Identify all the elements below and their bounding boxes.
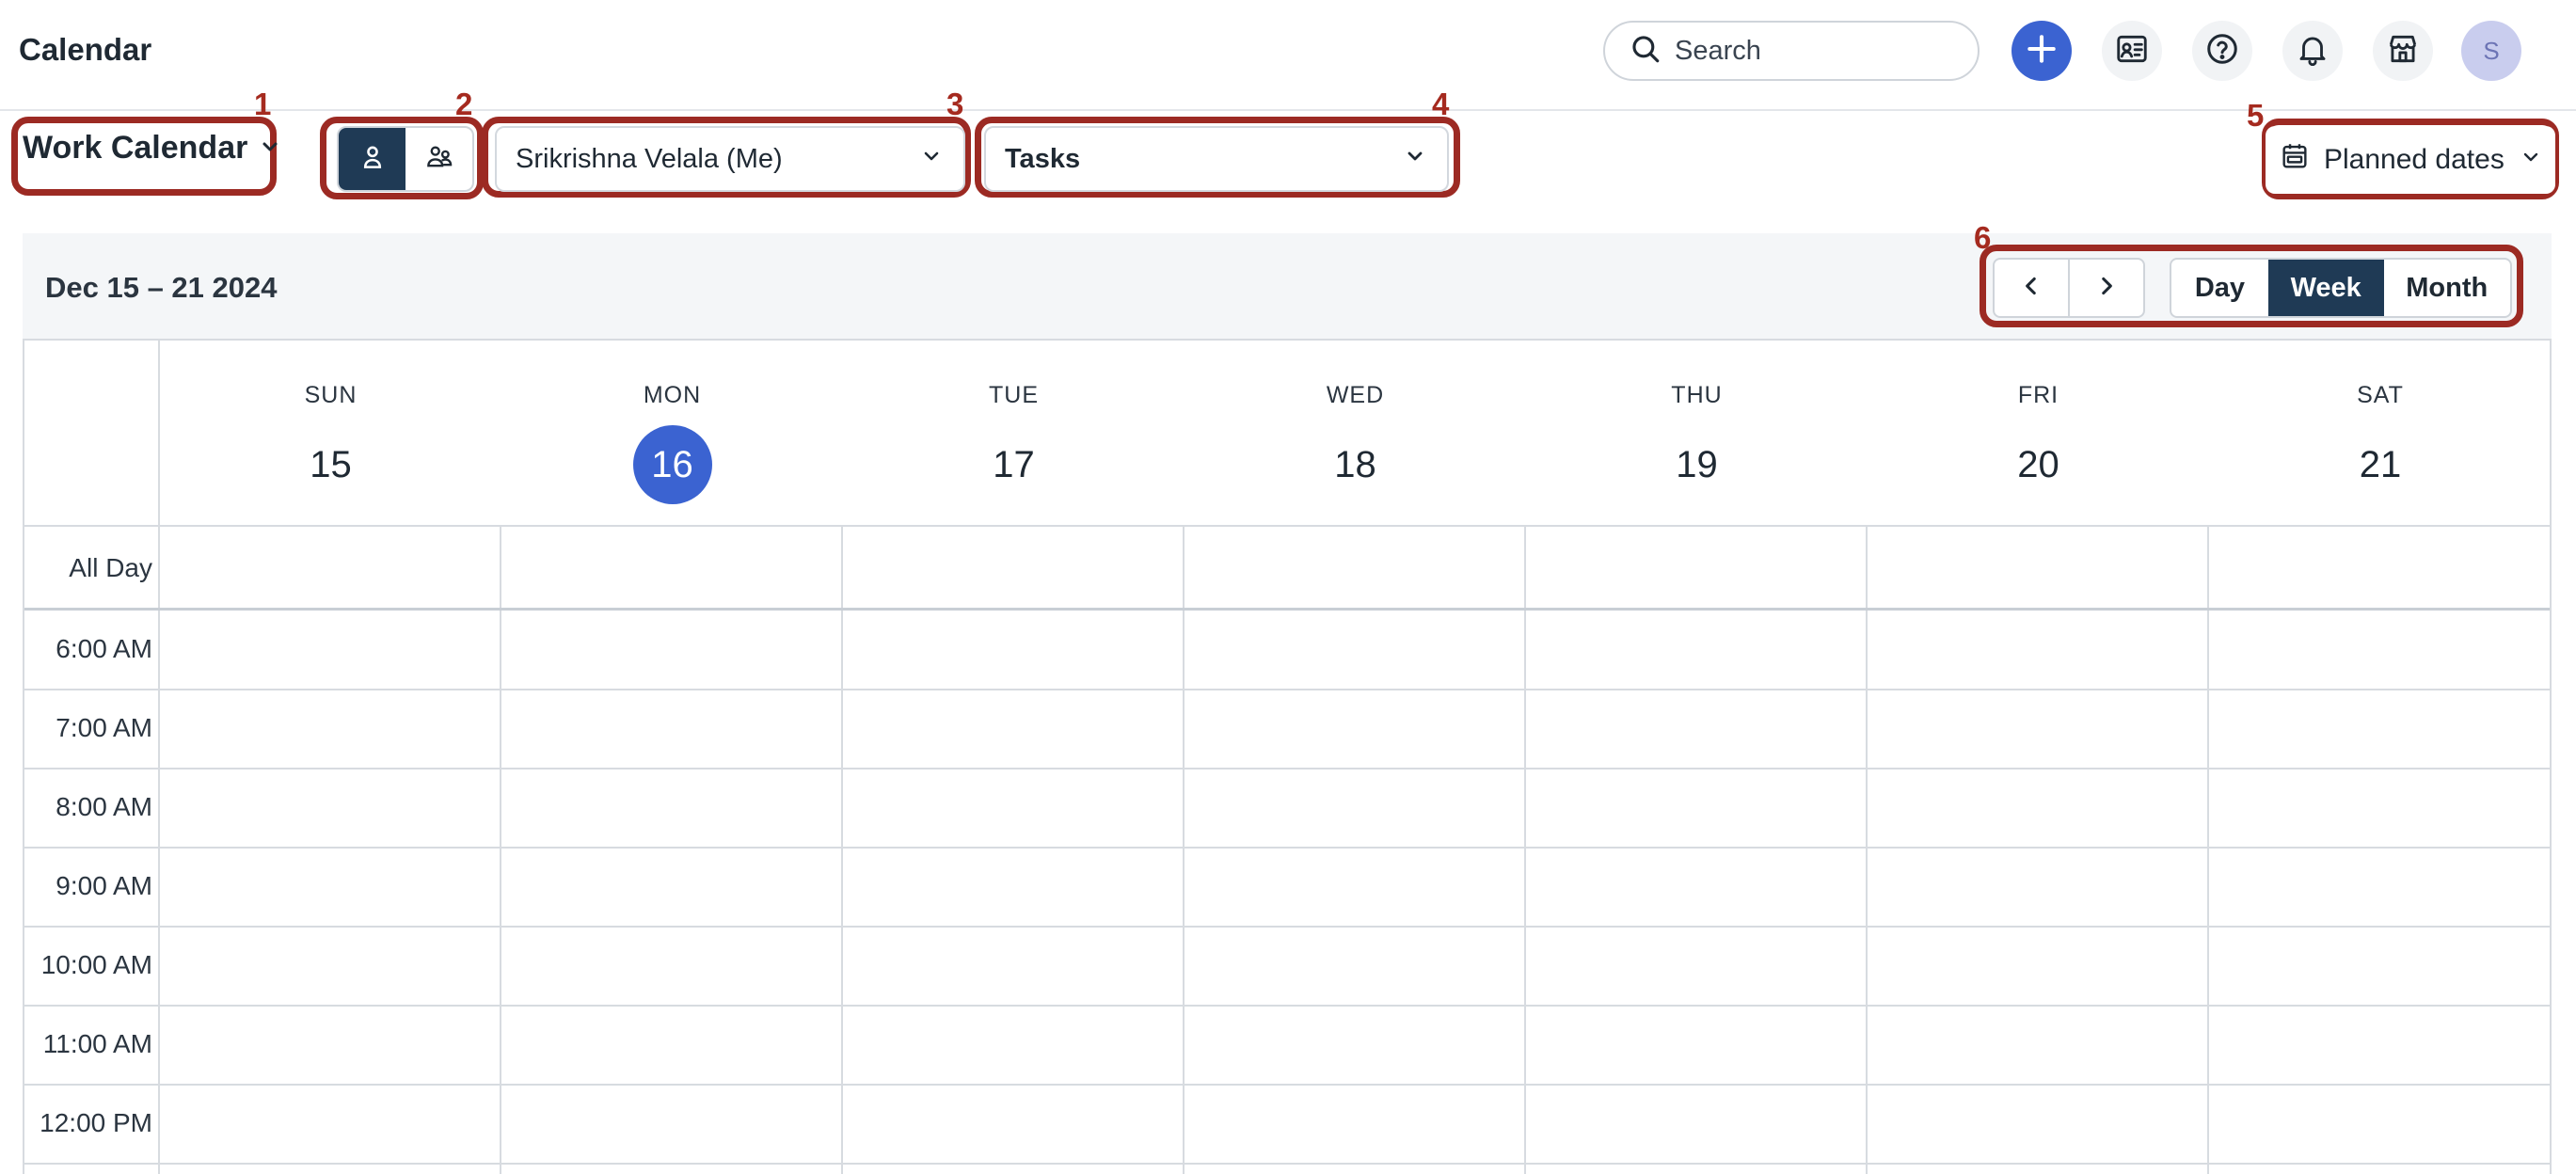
day-name: SUN — [304, 382, 358, 408]
day-header-tue[interactable]: TUE 17 — [843, 341, 1185, 527]
hour-divider — [24, 689, 2550, 690]
chevron-down-icon — [1404, 144, 1426, 175]
add-button[interactable] — [2012, 21, 2072, 81]
chevron-down-icon — [920, 144, 943, 175]
previous-period-button[interactable] — [1995, 260, 2068, 316]
date-field-select-label: Planned dates — [2324, 144, 2504, 175]
day-header-fri[interactable]: FRI 20 — [1868, 341, 2209, 527]
date-range-title: Dec 15 – 21 2024 — [45, 271, 278, 304]
time-slot-label: 6:00 AM — [56, 634, 152, 663]
column-divider — [841, 527, 843, 1174]
day-header-mon[interactable]: MON 16 — [501, 341, 843, 527]
chevron-right-icon — [2094, 274, 2119, 303]
time-slot-label: 8:00 AM — [56, 792, 152, 821]
day-number: 19 — [1676, 443, 1718, 485]
period-navigation — [1993, 258, 2145, 318]
user-select[interactable]: Srikrishna Velala (Me) — [495, 126, 965, 192]
day-header-sun[interactable]: SUN 15 — [160, 341, 501, 527]
day-number: 15 — [310, 443, 352, 485]
chevron-down-icon — [2520, 144, 2542, 176]
column-divider — [500, 527, 501, 1174]
page-title: Calendar — [19, 32, 152, 67]
user-select-label: Srikrishna Velala (Me) — [516, 143, 783, 174]
day-name: FRI — [2017, 382, 2059, 408]
day-header-thu[interactable]: THU 19 — [1526, 341, 1868, 527]
day-name: TUE — [989, 382, 1039, 408]
today-date-badge: 16 — [632, 425, 712, 504]
annotation-marker-5: 5 — [2247, 98, 2265, 133]
all-day-label: All Day — [69, 553, 152, 582]
contact-card-icon — [2114, 31, 2150, 71]
team-icon — [423, 141, 455, 178]
day-header-wed[interactable]: WED 18 — [1185, 341, 1526, 527]
help-icon — [2204, 31, 2240, 71]
calendar-icon — [2279, 140, 2324, 180]
column-divider — [1524, 527, 1526, 1174]
item-type-select[interactable]: Tasks — [984, 126, 1449, 192]
month-view-button[interactable]: Month — [2384, 260, 2511, 316]
all-day-divider — [24, 608, 2550, 611]
gutter-divider — [158, 341, 160, 1174]
day-number: 21 — [2359, 443, 2402, 485]
day-name: SAT — [2357, 382, 2404, 408]
hour-divider — [24, 1084, 2550, 1086]
day-view-button[interactable]: Day — [2171, 260, 2268, 316]
search-box[interactable] — [1603, 21, 1980, 81]
top-header: Calendar S — [0, 0, 2576, 111]
column-divider — [2207, 527, 2209, 1174]
time-slot-label: 11:00 AM — [42, 1029, 152, 1058]
next-period-button[interactable] — [2068, 260, 2143, 316]
time-slot-label: 7:00 AM — [56, 713, 152, 742]
contacts-button[interactable] — [2102, 21, 2162, 81]
marketplace-button[interactable] — [2373, 21, 2433, 81]
day-number: 17 — [993, 443, 1035, 485]
header-divider — [24, 525, 2550, 527]
column-divider — [1183, 527, 1185, 1174]
date-field-select[interactable]: Planned dates — [2266, 126, 2555, 194]
day-number: 20 — [2017, 443, 2059, 485]
view-mode-toggle — [337, 126, 474, 192]
chevron-left-icon — [2019, 274, 2043, 303]
view-switcher: Day Week Month — [2170, 258, 2512, 318]
search-input[interactable] — [1675, 35, 1957, 67]
day-name: THU — [1671, 382, 1723, 408]
user-avatar[interactable]: S — [2461, 21, 2521, 81]
item-type-select-label: Tasks — [1005, 143, 1081, 174]
week-view-button[interactable]: Week — [2267, 260, 2384, 316]
team-view-button[interactable] — [405, 128, 472, 190]
week-grid: SUN 15 MON 16 TUE 17 WED 18 THU 19 FRI 2… — [23, 341, 2552, 1174]
hour-divider — [24, 768, 2550, 769]
hour-divider — [24, 1163, 2550, 1165]
hour-divider — [24, 1005, 2550, 1007]
hour-divider — [24, 847, 2550, 849]
calendar-select[interactable]: Work Calendar — [23, 130, 281, 167]
help-button[interactable] — [2192, 21, 2252, 81]
hour-divider — [24, 926, 2550, 928]
column-divider — [1866, 527, 1868, 1174]
time-slot-label: 9:00 AM — [56, 871, 152, 900]
plus-icon — [2024, 31, 2059, 71]
chevron-down-icon — [247, 130, 281, 167]
calendar-select-label: Work Calendar — [23, 130, 248, 166]
day-header-sat[interactable]: SAT 21 — [2209, 341, 2550, 527]
store-icon — [2385, 31, 2421, 71]
day-name: WED — [1326, 382, 1385, 408]
notifications-button[interactable] — [2282, 21, 2343, 81]
day-number: 18 — [1334, 443, 1376, 485]
time-slot-label: 12:00 PM — [40, 1108, 152, 1137]
time-slot-label: 10:00 AM — [40, 950, 152, 979]
bell-icon — [2295, 31, 2330, 71]
single-user-icon — [357, 141, 389, 178]
single-user-view-button[interactable] — [339, 128, 405, 190]
day-name: MON — [643, 382, 702, 408]
search-icon — [1630, 33, 1662, 70]
